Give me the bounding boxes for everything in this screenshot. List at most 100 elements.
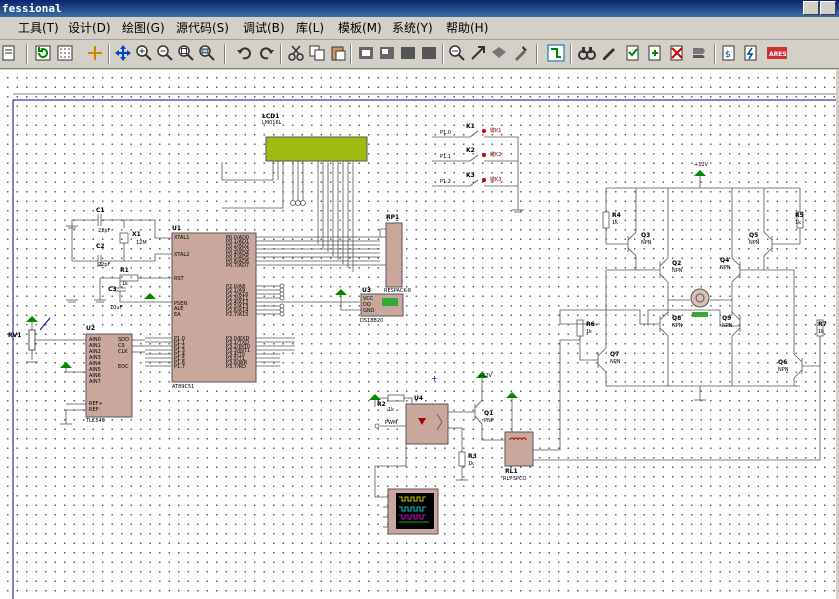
- goto-sheet-icon[interactable]: [668, 44, 686, 62]
- menu-source[interactable]: 源代码(S): [176, 20, 229, 36]
- rl1-ref: RL1: [505, 468, 518, 475]
- r2-value: 1k: [388, 407, 394, 413]
- h-bridge-driver[interactable]: +12V R4 1k R5 1k R6 1k R7 1k Q3 NPN Q2 N…: [559, 162, 827, 401]
- grid-icon[interactable]: [56, 44, 74, 62]
- u2-ref: U2: [86, 325, 95, 332]
- svg-text:ARES: ARES: [769, 51, 787, 58]
- wire-autoroute-icon[interactable]: [547, 44, 565, 62]
- key-switches[interactable]: K1 K2 K3 键K1 键K2 键K3 P1.0 P1.1 P1.2: [432, 123, 524, 213]
- title-bar: fessional: [0, 0, 839, 17]
- u2-pin-eoc: EOC: [118, 364, 129, 370]
- zoom-area-icon[interactable]: [198, 44, 216, 62]
- transistor-q1[interactable]: Q1 PNP +12V: [470, 372, 505, 441]
- menu-tools[interactable]: 工具(T): [18, 20, 59, 36]
- window-title: fessional: [2, 2, 62, 15]
- menu-system[interactable]: 系统(Y): [392, 20, 433, 36]
- toolbar-separator: [280, 44, 282, 64]
- r6-value: 1k: [586, 329, 592, 335]
- property-assign-icon[interactable]: [600, 44, 618, 62]
- copy-icon[interactable]: [308, 44, 326, 62]
- new-sheet-icon[interactable]: [624, 44, 642, 62]
- paste-icon[interactable]: [329, 44, 347, 62]
- toolbar-separator: [108, 44, 110, 64]
- electrical-check-icon[interactable]: $: [720, 44, 738, 62]
- potentiometer-rv1[interactable]: RV1: [8, 316, 86, 363]
- x1-value: 12M: [136, 240, 147, 246]
- q7-type: NPN: [610, 359, 621, 365]
- u1-pin-p37: P3.7/RD: [226, 364, 246, 370]
- toolbar-separator: [350, 44, 352, 64]
- remove-sheet-icon[interactable]: [646, 44, 664, 62]
- oscilloscope[interactable]: [374, 444, 439, 535]
- oscillator-circuit[interactable]: C1 22pF C2 22pF X1 12M: [66, 207, 172, 268]
- menu-design[interactable]: 设计(D): [68, 20, 111, 36]
- u3-pin-gnd: GND: [363, 308, 375, 314]
- packaging-icon[interactable]: [490, 44, 508, 62]
- search-icon[interactable]: [578, 44, 596, 62]
- minimize-button[interactable]: [803, 1, 819, 15]
- schematic-canvas[interactable]: LCD1 LM016L K1 K2 K3 键K1 键K2 键K3 P1.0 P1…: [0, 70, 839, 599]
- new-icon[interactable]: [0, 44, 18, 62]
- ares-icon[interactable]: ARES: [766, 44, 788, 62]
- q2-type: NPN: [672, 268, 683, 274]
- q7-ref: Q7: [610, 351, 619, 358]
- redo-icon[interactable]: [257, 44, 275, 62]
- relay-rl1[interactable]: RL1 RLY-SPCO: [503, 339, 821, 482]
- refresh-icon[interactable]: [34, 44, 52, 62]
- zoom-out-icon[interactable]: [156, 44, 174, 62]
- r4-ref: R4: [612, 212, 621, 219]
- r6-ref: R6: [586, 321, 595, 328]
- menu-graph[interactable]: 绘图(G): [122, 20, 165, 36]
- q2-ref: Q2: [672, 260, 681, 267]
- svg-text:$: $: [725, 50, 731, 60]
- zoom-all-icon[interactable]: [177, 44, 195, 62]
- r5-ref: R5: [795, 212, 804, 219]
- c1-ref: C1: [96, 207, 105, 214]
- netlist-icon[interactable]: [742, 44, 760, 62]
- pan-icon[interactable]: [114, 44, 132, 62]
- u2-part: TLC549: [85, 418, 105, 424]
- lcd-part: LM016L: [262, 120, 282, 126]
- menu-library[interactable]: 库(L): [296, 20, 324, 36]
- u1-ref: U1: [172, 225, 181, 232]
- rp1-part: RESPACK-8: [384, 288, 411, 294]
- lcd-ref: LCD1: [262, 113, 279, 120]
- bill-of-materials-icon[interactable]: [690, 44, 708, 62]
- supply-q1: +12V: [478, 373, 493, 379]
- block-copy-icon[interactable]: [357, 44, 375, 62]
- u2-pin-clk: CLK: [118, 349, 128, 355]
- block-delete-icon[interactable]: [420, 44, 438, 62]
- maximize-button[interactable]: [820, 1, 836, 15]
- block-move-icon[interactable]: [378, 44, 396, 62]
- r1-ref: R1: [120, 267, 129, 274]
- menu-help[interactable]: 帮助(H): [446, 20, 488, 36]
- toolbar-separator: [26, 44, 28, 64]
- optocoupler-u4[interactable]: U4 PWM R2 1k R3 1k: [369, 394, 477, 481]
- q3-type: NPN: [641, 240, 652, 246]
- menu-debug[interactable]: 调试(B): [243, 20, 285, 36]
- cut-icon[interactable]: [287, 44, 305, 62]
- block-rotate-icon[interactable]: [399, 44, 417, 62]
- toolbar: $ ARES: [0, 40, 839, 69]
- undo-icon[interactable]: [236, 44, 254, 62]
- pwm-net: PWM: [385, 420, 397, 426]
- menu-template[interactable]: 模板(M): [338, 20, 382, 36]
- mcu-at89c51[interactable]: U1 AT89C51 XTAL1 XTAL2 RST PSEN ALE EA P…: [145, 225, 380, 390]
- toolbar-separator: [714, 44, 716, 64]
- k3-net: P1.2: [440, 179, 451, 185]
- reset-circuit[interactable]: R1 1k C3 10uF: [66, 267, 172, 311]
- pick-device-icon[interactable]: [448, 44, 466, 62]
- decompose-icon[interactable]: [511, 44, 529, 62]
- x1-ref: X1: [132, 231, 141, 238]
- make-device-icon[interactable]: [469, 44, 487, 62]
- resistor-pack-rp1[interactable]: RP1 RESPACK-8: [379, 214, 411, 294]
- q4-type: NPN: [720, 265, 731, 271]
- k1-label: 键K1: [490, 127, 501, 134]
- rv1-ref: RV1: [8, 332, 21, 339]
- u1-pin-xtal1: XTAL1: [174, 235, 189, 241]
- r7-value: 1k: [818, 329, 824, 335]
- q3-ref: Q3: [641, 232, 650, 239]
- zoom-in-icon[interactable]: [135, 44, 153, 62]
- origin-icon[interactable]: [86, 44, 104, 62]
- u1-pin-p27: P2.7/A15: [226, 312, 248, 318]
